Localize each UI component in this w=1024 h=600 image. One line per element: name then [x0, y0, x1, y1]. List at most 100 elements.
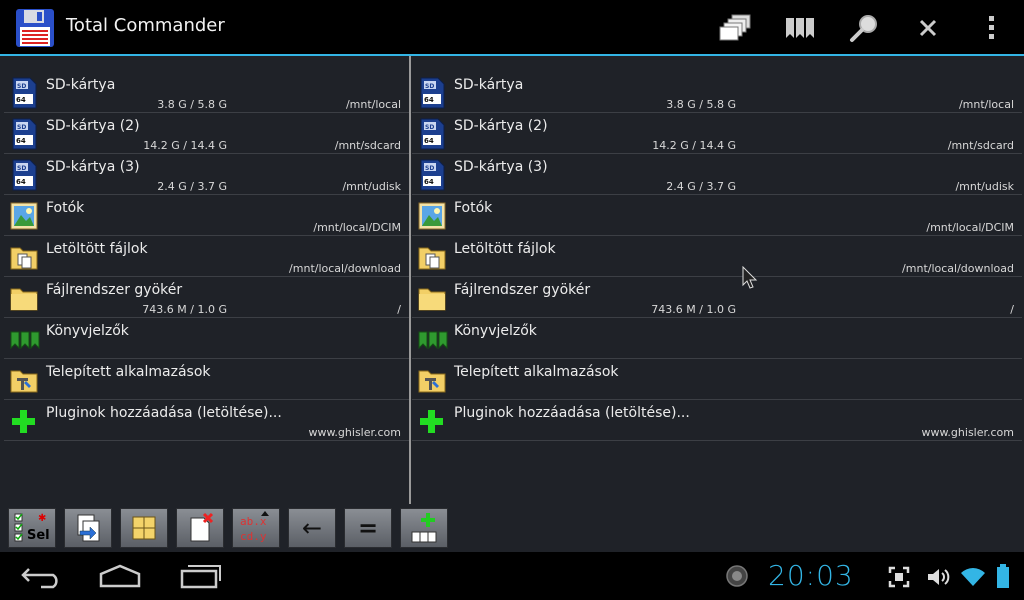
right-panel-row[interactable]: SD 64 SD-kártya (2) 14.2 G / 14.4 G/mnt/sdc… — [412, 113, 1022, 154]
bookmarks-button[interactable] — [776, 8, 824, 48]
row-path: www.ghisler.com — [921, 426, 1014, 439]
row-path: /mnt/local/download — [289, 262, 401, 275]
screenshot-icon[interactable] — [888, 566, 910, 588]
nav-recent-apps-button[interactable] — [176, 560, 224, 592]
delete-button[interactable] — [176, 508, 224, 548]
row-name: Pluginok hozzáadása (letöltése)... — [46, 405, 282, 421]
right-panel: SD 64 SD-kártya 3.8 G / 5.8 G/mnt/local SD 64… — [412, 72, 1022, 504]
search-icon — [850, 15, 877, 42]
delete-file-icon — [190, 512, 214, 542]
add-button[interactable] — [400, 508, 448, 548]
battery-icon — [997, 564, 1009, 588]
svg-text:64: 64 — [16, 96, 26, 104]
app-title: Total Commander — [66, 15, 225, 36]
right-panel-row[interactable]: Könyvjelzők — [412, 318, 1022, 359]
copy-button[interactable] — [64, 508, 112, 548]
left-panel-row[interactable]: Telepített alkalmazások — [4, 359, 409, 400]
mouse-cursor-icon — [742, 266, 758, 289]
add-button-icon — [411, 513, 437, 543]
row-path: / — [1010, 303, 1014, 316]
svg-text:SD: SD — [17, 165, 26, 172]
svg-text:64: 64 — [424, 178, 434, 186]
action-bar-divider — [0, 54, 1024, 56]
left-panel-row[interactable]: SD 64 SD-kártya (2) 14.2 G / 14.4 G/mnt/sdc… — [4, 113, 409, 154]
left-panel-row[interactable]: Pluginok hozzáadása (letöltése)... www.gh… — [4, 400, 409, 441]
status-indicator-icon — [726, 565, 748, 587]
row-path: /mnt/local/DCIM — [926, 221, 1014, 234]
panel-separator[interactable] — [409, 56, 411, 504]
row-path: /mnt/udisk — [955, 180, 1014, 193]
pack-button[interactable] — [120, 508, 168, 548]
left-panel-row[interactable]: Könyvjelzők — [4, 318, 409, 359]
row-name: Pluginok hozzáadása (letöltése)... — [454, 405, 690, 421]
nav-home-button[interactable] — [96, 560, 144, 592]
svg-text:SD: SD — [17, 83, 26, 90]
search-button[interactable] — [840, 8, 888, 48]
apps-folder-icon — [418, 364, 446, 396]
right-panel-row[interactable]: SD 64 SD-kártya (3) 2.4 G / 3.7 G/mnt/udisk — [412, 154, 1022, 195]
pack-archive-icon — [132, 516, 156, 540]
sd-card-icon: SD 64 — [10, 118, 38, 150]
nav-back-button[interactable] — [18, 560, 66, 592]
row-path: / — [397, 303, 401, 316]
row-path: www.ghisler.com — [308, 426, 401, 439]
right-panel-row[interactable]: Pluginok hozzáadása (letöltése)... www.gh… — [412, 400, 1022, 441]
equal-panels-button[interactable]: = — [344, 508, 392, 548]
back-arrow-icon: ← — [301, 514, 323, 542]
sd-card-icon: SD 64 — [10, 159, 38, 191]
row-size: 2.4 G / 3.7 G — [666, 180, 736, 193]
back-button[interactable]: ← — [288, 508, 336, 548]
volume-icon[interactable] — [926, 566, 952, 588]
right-panel-row[interactable]: Fájlrendszer gyökér 743.6 M / 1.0 G / — [412, 277, 1022, 318]
left-panel-row[interactable]: SD 64 SD-kártya 3.8 G / 5.8 G/mnt/local — [4, 72, 409, 113]
svg-text:64: 64 — [16, 137, 26, 145]
sort-button[interactable]: ab.x cd.y — [232, 508, 280, 548]
row-path: /mnt/local — [345, 98, 401, 111]
svg-text:64: 64 — [16, 178, 26, 186]
windows-button[interactable] — [712, 8, 760, 48]
photos-icon — [10, 200, 38, 232]
row-size: 743.6 M / 1.0 G — [142, 303, 227, 316]
left-panel-row[interactable]: Fájlrendszer gyökér 743.6 M / 1.0 G / — [4, 277, 409, 318]
left-panel-row[interactable]: Letöltött fájlok/mnt/local/download — [4, 236, 409, 277]
nav-home-icon — [99, 564, 141, 588]
row-name: SD-kártya — [454, 77, 524, 93]
row-size: 2.4 G / 3.7 G — [157, 180, 227, 193]
right-panel-row[interactable]: Letöltött fájlok/mnt/local/download — [412, 236, 1022, 277]
copy-files-icon — [77, 514, 100, 542]
right-panel-row[interactable]: Fotók/mnt/local/DCIM — [412, 195, 1022, 236]
row-name: Könyvjelzők — [46, 323, 129, 339]
svg-text:64: 64 — [424, 137, 434, 145]
row-name: SD-kártya (2) — [454, 118, 548, 134]
row-name: SD-kártya — [46, 77, 116, 93]
nav-back-icon — [21, 568, 58, 589]
right-panel-row[interactable]: SD 64 SD-kártya 3.8 G / 5.8 G/mnt/local — [412, 72, 1022, 113]
svg-text:SD: SD — [425, 83, 434, 90]
row-name: Fotók — [454, 200, 493, 216]
close-button[interactable] — [904, 8, 952, 48]
bookmarks-icon — [10, 323, 40, 355]
row-size: 14.2 G / 14.4 G — [143, 139, 227, 152]
row-path: /mnt/local/download — [902, 262, 1014, 275]
equal-sign-icon: = — [357, 514, 379, 542]
system-nav-bar: 20:03 — [0, 552, 1024, 600]
bookmarks-icon — [418, 323, 448, 355]
windows-icon — [719, 14, 751, 41]
folder-icon — [10, 282, 38, 314]
row-path: /mnt/local — [958, 98, 1014, 111]
row-name: Fájlrendszer gyökér — [46, 282, 183, 298]
row-name: SD-kártya (2) — [46, 118, 140, 134]
row-name: Letöltött fájlok — [454, 241, 556, 257]
add-plugin-icon — [418, 405, 446, 437]
select-button[interactable]: ✱ Sel — [8, 508, 56, 548]
floppy-disk-app-icon[interactable] — [15, 8, 55, 48]
overflow-menu-button[interactable] — [968, 8, 1016, 48]
left-panel-row[interactable]: SD 64 SD-kártya (3) 2.4 G / 3.7 G/mnt/udisk — [4, 154, 409, 195]
svg-text:SD: SD — [425, 165, 434, 172]
right-panel-row[interactable]: Telepített alkalmazások — [412, 359, 1022, 400]
apps-folder-icon — [10, 364, 38, 396]
left-panel-row[interactable]: Fotók/mnt/local/DCIM — [4, 195, 409, 236]
svg-text:64: 64 — [424, 96, 434, 104]
left-panel: SD 64 SD-kártya 3.8 G / 5.8 G/mnt/local SD 64… — [4, 72, 409, 504]
row-name: Könyvjelzők — [454, 323, 537, 339]
